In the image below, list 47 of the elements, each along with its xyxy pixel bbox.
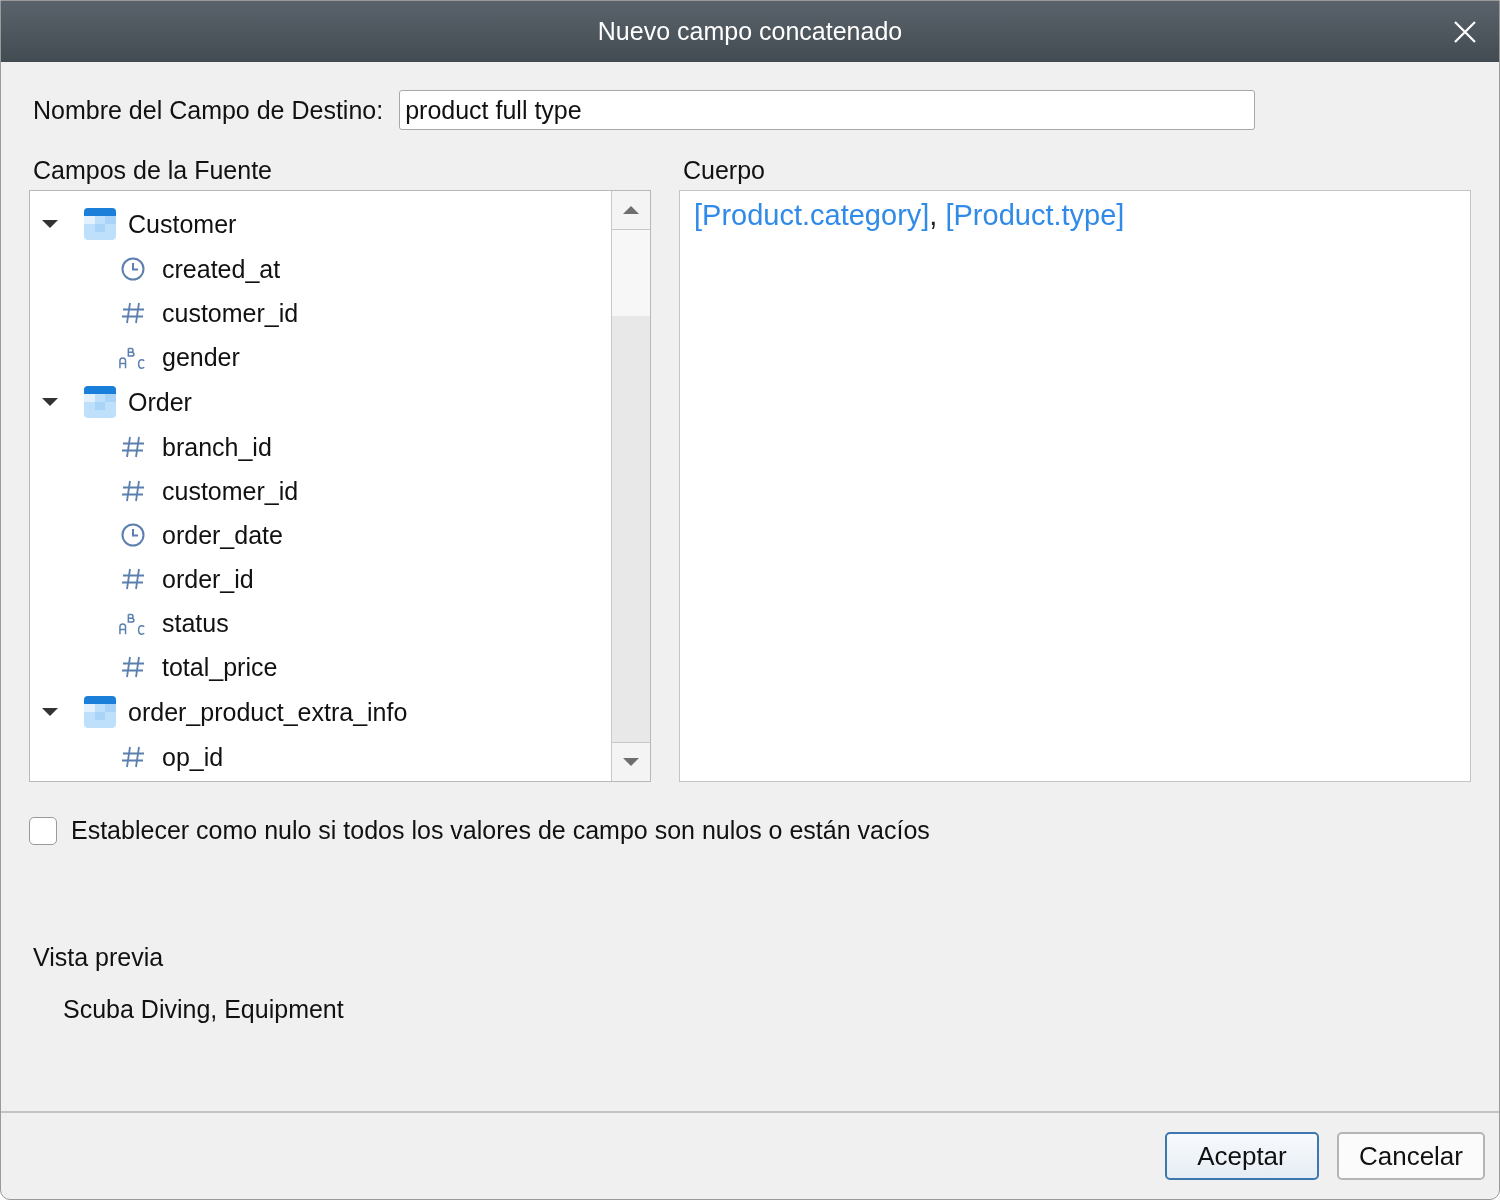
tree-item[interactable]: order_product_extra_info <box>128 697 408 727</box>
tree-item[interactable]: branch_id <box>162 432 272 462</box>
scrollbar-thumb[interactable] <box>612 230 650 316</box>
tree-item[interactable]: order_id <box>162 564 254 594</box>
tree-item[interactable]: order_date <box>162 520 283 550</box>
down-arrow-icon <box>623 758 639 766</box>
tree-item[interactable]: Customer <box>128 209 237 239</box>
table-icon <box>84 208 116 240</box>
section-label: Cuerpo <box>683 156 766 184</box>
hash-icon <box>119 300 147 326</box>
preview-text: Scuba Diving, Equipment <box>63 995 345 1024</box>
tree-item[interactable]: op_id <box>162 742 224 772</box>
tree-item[interactable]: customer_id <box>162 298 299 328</box>
section-label: Vista previa <box>33 943 165 971</box>
hash-icon <box>119 566 147 592</box>
expand-caret-icon[interactable] <box>42 398 58 406</box>
tree-item[interactable]: created_at <box>162 254 281 284</box>
hash-icon <box>119 478 147 504</box>
table-icon <box>84 696 116 728</box>
expand-caret-icon[interactable] <box>42 708 58 716</box>
table-icon <box>84 386 116 418</box>
clock-icon <box>119 522 147 548</box>
hash-icon <box>119 744 147 770</box>
window-title: Nuevo campo concatenado <box>597 17 903 46</box>
tree-item[interactable]: Order <box>128 387 192 417</box>
hash-icon <box>119 654 147 680</box>
name-field[interactable]: product full type <box>399 90 1256 130</box>
scroll-down-button[interactable] <box>612 742 650 781</box>
tree-item[interactable]: total_price <box>162 652 278 682</box>
tree-item[interactable]: customer_id <box>162 476 299 506</box>
clock-icon <box>119 256 147 282</box>
expression-text: [Product.category], [Product.type] <box>694 199 1126 232</box>
close-icon[interactable] <box>1453 20 1477 44</box>
hash-icon <box>119 434 147 460</box>
checkbox[interactable] <box>29 816 57 845</box>
checkbox-label[interactable]: Establecer como nulo si todos los valores de campo son nulos o están vacíos <box>71 816 930 845</box>
field-label: Nombre del Campo de Destino: <box>33 95 384 125</box>
up-arrow-icon <box>623 206 639 214</box>
dialog-button[interactable]: Cancelar <box>1336 1132 1485 1180</box>
expand-caret-icon[interactable] <box>42 220 58 228</box>
tree-item[interactable]: status <box>162 608 229 638</box>
dialog-button[interactable]: Aceptar <box>1164 1132 1319 1180</box>
tree-item[interactable]: gender <box>162 342 240 372</box>
scroll-up-button[interactable] <box>612 191 650 230</box>
body-editor[interactable]: [Product.category], [Product.type] <box>679 190 1471 782</box>
scrollbar[interactable] <box>611 191 650 781</box>
section-label: Campos de la Fuente <box>33 156 274 184</box>
